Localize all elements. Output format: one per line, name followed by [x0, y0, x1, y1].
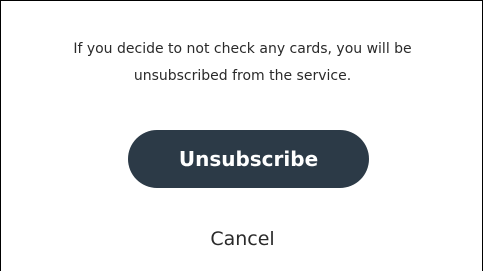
cancel-button[interactable]: Cancel	[1, 225, 483, 253]
unsubscribe-message: If you decide to not check any cards, yo…	[1, 36, 483, 90]
unsubscribe-dialog: If you decide to not check any cards, yo…	[0, 0, 483, 271]
message-line-2: unsubscribed from the service.	[133, 68, 352, 84]
unsubscribe-button[interactable]: Unsubscribe	[128, 130, 369, 188]
message-line-1: If you decide to not check any cards, yo…	[73, 41, 412, 57]
